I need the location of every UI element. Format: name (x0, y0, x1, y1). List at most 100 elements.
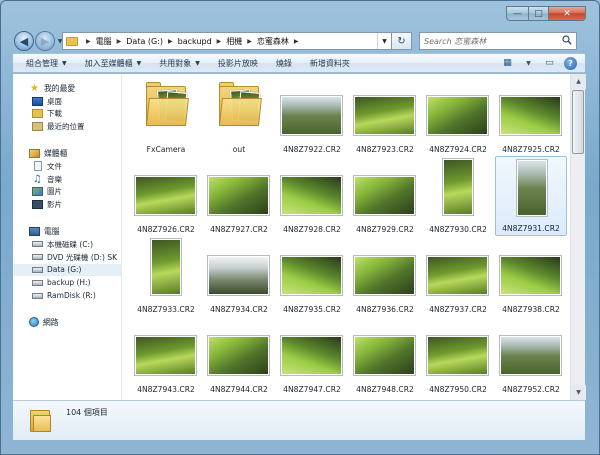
scroll-down-button[interactable]: ▼ (571, 385, 586, 400)
vertical-scrollbar[interactable]: ▲ ▼ (570, 74, 586, 400)
nav-item-desktop[interactable]: 桌面 (13, 95, 121, 108)
search-input[interactable] (424, 36, 554, 46)
minimize-button[interactable]: — (506, 6, 528, 21)
breadcrumb-separator-icon[interactable]: ▶ (117, 38, 122, 45)
breadcrumb-backupd[interactable]: backupd (178, 37, 212, 46)
nav-item-music[interactable]: ♫ 音樂 (13, 173, 121, 186)
refresh-icon: ↻ (397, 35, 406, 47)
file-item[interactable]: 4N8Z7948.CR2 (349, 316, 421, 396)
nav-item-ramdisk-r[interactable]: RamDisk (R:) (13, 289, 121, 302)
file-item[interactable]: 4N8Z7938.CR2 (495, 236, 567, 316)
nav-item-local-disk-c[interactable]: 本機磁碟 (C:) (13, 238, 121, 251)
file-name-label: 4N8Z7922.CR2 (283, 145, 341, 154)
file-item[interactable]: 4N8Z7936.CR2 (349, 236, 421, 316)
item-count: 104 個項目 (66, 408, 108, 417)
hard-drive-icon (32, 292, 43, 299)
file-item[interactable]: 4N8Z7943.CR2 (130, 316, 202, 396)
file-item[interactable]: 4N8Z7931.CR2 (495, 156, 567, 236)
nav-item-videos[interactable]: 影片 (13, 198, 121, 211)
nav-computer[interactable]: 電腦 (13, 225, 121, 238)
file-item[interactable]: 4N8Z7922.CR2 (276, 76, 348, 156)
network-globe-icon (29, 317, 39, 328)
image-thumbnail (354, 176, 415, 215)
breadcrumb-separator-icon[interactable]: ▶ (217, 38, 222, 45)
folder-item[interactable]: out (203, 76, 275, 156)
file-item[interactable]: 4N8Z7937.CR2 (422, 236, 494, 316)
breadcrumb-separator-icon[interactable]: ▶ (86, 38, 91, 45)
file-item[interactable]: 4N8Z7933.CR2 (130, 236, 202, 316)
file-item[interactable]: 4N8Z7947.CR2 (276, 316, 348, 396)
nav-item-data-g[interactable]: Data (G:) (13, 263, 121, 277)
breadcrumb-separator-icon[interactable]: ▶ (168, 38, 173, 45)
scroll-up-button[interactable]: ▲ (571, 74, 586, 89)
nav-item-recent-places[interactable]: 最近的位置 (13, 120, 121, 133)
breadcrumb-current-folder[interactable]: 恋蜜森林 (257, 36, 289, 47)
file-item[interactable]: 4N8Z7924.CR2 (422, 76, 494, 156)
file-item[interactable]: 4N8Z7935.CR2 (276, 236, 348, 316)
nav-network[interactable]: 網路 (13, 316, 121, 329)
nav-item-downloads[interactable]: 下載 (13, 108, 121, 121)
file-item[interactable]: 4N8Z7925.CR2 (495, 76, 567, 156)
content-area: ★ 我的最愛 桌面 下載 最近的位置 媒體櫃 文件 ♫ 音樂 圖片 影片 電腦 本機… (13, 74, 586, 400)
nav-item-backup-h[interactable]: backup (H:) (13, 276, 121, 289)
nav-favorites-label: 我的最愛 (44, 83, 76, 93)
breadcrumb-separator-icon[interactable]: ▶ (294, 38, 299, 45)
libraries-group: 媒體櫃 文件 ♫ 音樂 圖片 影片 (13, 147, 121, 211)
nav-libraries-label: 媒體櫃 (44, 149, 68, 159)
file-name-label: 4N8Z7924.CR2 (429, 145, 487, 154)
address-history-dropdown[interactable]: ▼ (377, 33, 391, 49)
toolbar-right-group: ▦ ▼ ▭ ? (501, 56, 585, 70)
breadcrumb-computer[interactable]: 電腦 (96, 36, 112, 47)
breadcrumb-data-drive[interactable]: Data (G:) (126, 37, 163, 46)
refresh-button[interactable]: ↻ (392, 32, 412, 50)
file-item[interactable]: 4N8Z7944.CR2 (203, 316, 275, 396)
nav-item-dvd-drive[interactable]: DVD 光碟機 (D:) SK (13, 251, 121, 264)
file-item[interactable]: 4N8Z7926.CR2 (130, 156, 202, 236)
view-options-dropdown[interactable]: ▼ (522, 57, 535, 70)
forward-button[interactable]: ▶ (35, 31, 55, 51)
burn-button[interactable]: 燒錄 (267, 58, 301, 69)
organize-label: 組合管理 (26, 58, 58, 68)
image-thumbnail (517, 160, 547, 216)
file-name-label: 4N8Z7934.CR2 (210, 305, 268, 314)
slideshow-button[interactable]: 投影片放映 (209, 58, 267, 69)
scrollbar-thumb[interactable] (572, 90, 584, 154)
navigation-pane: ★ 我的最愛 桌面 下載 最近的位置 媒體櫃 文件 ♫ 音樂 圖片 影片 電腦 本機… (13, 74, 122, 400)
search-icon[interactable] (562, 35, 572, 45)
nav-libraries[interactable]: 媒體櫃 (13, 147, 121, 160)
help-button[interactable]: ? (564, 56, 577, 70)
organize-button[interactable]: 組合管理 ▼ (17, 58, 76, 69)
share-with-button[interactable]: 共用對象 ▼ (150, 58, 209, 69)
file-item[interactable]: 4N8Z7952.CR2 (495, 316, 567, 396)
file-name-label: 4N8Z7933.CR2 (137, 305, 195, 314)
details-pane: 104 個項目 (13, 400, 585, 440)
search-box[interactable] (419, 32, 577, 50)
image-thumbnail (443, 159, 473, 215)
maximize-button[interactable]: □ (528, 6, 548, 21)
file-item[interactable]: 4N8Z7930.CR2 (422, 156, 494, 236)
add-to-library-button[interactable]: 加入至媒體櫃 ▼ (76, 58, 151, 69)
chevron-down-icon: ▼ (195, 59, 200, 67)
breadcrumb-separator-icon[interactable]: ▶ (247, 38, 252, 45)
nav-item-pictures[interactable]: 圖片 (13, 186, 121, 199)
command-bar: 組合管理 ▼ 加入至媒體櫃 ▼ 共用對象 ▼ 投影片放映 燒錄 新增資料夾 ▦ ▼ ▭… (13, 53, 585, 73)
music-note-icon: ♫ (33, 173, 42, 185)
file-item[interactable]: 4N8Z7923.CR2 (349, 76, 421, 156)
file-item[interactable]: 4N8Z7929.CR2 (349, 156, 421, 236)
address-bar[interactable]: ▶ 電腦 ▶ Data (G:) ▶ backupd ▶ 相機 ▶ 恋蜜森林 ▶… (62, 32, 392, 50)
file-item[interactable]: 4N8Z7927.CR2 (203, 156, 275, 236)
nav-item-documents[interactable]: 文件 (13, 160, 121, 173)
file-item[interactable]: 4N8Z7928.CR2 (276, 156, 348, 236)
close-button[interactable]: ✕ (548, 6, 586, 21)
preview-pane-button[interactable]: ▭ (543, 57, 556, 70)
folder-item[interactable]: FxCamera (130, 76, 202, 156)
breadcrumb-camera[interactable]: 相機 (226, 36, 242, 47)
new-folder-button[interactable]: 新增資料夾 (301, 58, 359, 69)
change-view-button[interactable]: ▦ (501, 57, 514, 70)
image-thumbnail (354, 336, 415, 375)
nav-favorites[interactable]: ★ 我的最愛 (13, 82, 121, 95)
file-item[interactable]: 4N8Z7950.CR2 (422, 316, 494, 396)
back-button[interactable]: ◀ (14, 31, 34, 51)
hard-drive-icon (32, 279, 43, 286)
file-item[interactable]: 4N8Z7934.CR2 (203, 236, 275, 316)
